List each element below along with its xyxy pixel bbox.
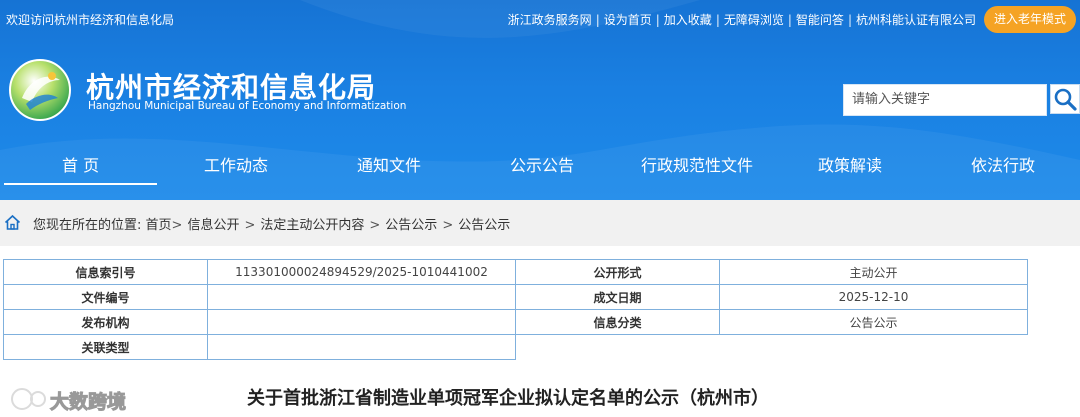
breadcrumb-item-current[interactable]: 公告公示 (458, 218, 510, 233)
date-value: 2025-12-10 (719, 284, 1028, 310)
category-value: 公告公示 (719, 309, 1028, 335)
article-title: 关于首批浙江省制造业单项冠军企业拟认定名单的公示（杭州市） (247, 388, 769, 409)
nav-normative-documents[interactable]: 行政规范性文件 (641, 152, 753, 176)
date-label: 成文日期 (515, 284, 720, 310)
index-value: 113301000024894529/2025-1010441002 (207, 259, 516, 285)
breadcrumb-item-home[interactable]: 首页 (146, 218, 172, 233)
related-value (207, 334, 516, 360)
bureau-logo-icon[interactable] (8, 58, 72, 122)
home-icon (4, 214, 21, 230)
doc-no-value (207, 284, 516, 310)
main-nav: 首 页 工作动态 通知文件 公示公告 行政规范性文件 政策解读 依法行政 (0, 140, 1080, 188)
info-table: 信息索引号 113301000024894529/2025-1010441002… (3, 259, 1028, 360)
welcome-text: 欢迎访问杭州市经济和信息化局 (6, 13, 175, 27)
nav-announcements[interactable]: 公示公告 (510, 152, 574, 176)
link-set-homepage[interactable]: 设为首页 (604, 13, 652, 27)
table-row: 文件编号 成文日期 2025-12-10 (3, 284, 1028, 310)
nav-notices[interactable]: 通知文件 (357, 152, 421, 176)
search-icon (1054, 88, 1077, 111)
link-add-favorite[interactable]: 加入收藏 (664, 13, 712, 27)
empty-cell (516, 335, 720, 360)
nav-policy-interpretation[interactable]: 政策解读 (818, 152, 882, 176)
open-form-label: 公开形式 (515, 259, 720, 285)
category-label: 信息分类 (515, 309, 720, 335)
site-subtitle: Hangzhou Municipal Bureau of Economy and… (88, 100, 407, 112)
nav-active-indicator (4, 183, 157, 185)
table-row: 发布机构 信息分类 公告公示 (3, 309, 1028, 335)
index-label: 信息索引号 (3, 259, 208, 285)
link-smart-qa[interactable]: 智能问答 (796, 13, 844, 27)
breadcrumb: 您现在所在的位置: 首页> 信息公开 > 法定主动公开内容 > 公告公示 > 公告公示 (33, 218, 511, 233)
nav-work-news[interactable]: 工作动态 (204, 152, 268, 176)
search-button[interactable] (1050, 84, 1080, 114)
related-label: 关联类型 (3, 334, 208, 360)
nav-home[interactable]: 首 页 (62, 152, 99, 176)
empty-cell (720, 335, 1028, 360)
watermark-text: 大数跨境 (49, 391, 127, 414)
publisher-label: 发布机构 (3, 309, 208, 335)
breadcrumb-item-announcements[interactable]: 公告公示 (385, 218, 437, 233)
breadcrumb-item-info-open[interactable]: 信息公开 (187, 218, 239, 233)
link-certification-company[interactable]: 杭州科能认证有限公司 (856, 13, 976, 27)
nav-law-administration[interactable]: 依法行政 (971, 152, 1035, 176)
doc-no-label: 文件编号 (3, 284, 208, 310)
breadcrumb-item-statutory[interactable]: 法定主动公开内容 (260, 218, 364, 233)
search-input[interactable] (852, 85, 1032, 113)
publisher-value (207, 309, 516, 335)
search-box (843, 84, 1047, 116)
link-accessibility[interactable]: 无障碍浏览 (724, 13, 784, 27)
table-row: 关联类型 (3, 334, 1028, 360)
open-form-value: 主动公开 (719, 259, 1028, 285)
breadcrumb-prefix: 您现在所在的位置: (33, 218, 142, 233)
top-bar: 欢迎访问杭州市经济和信息化局 浙江政务服务网 | 设为首页 | 加入收藏 | 无障碍浏览 | 智… (0, 0, 1080, 38)
top-links: 浙江政务服务网 | 设为首页 | 加入收藏 | 无障碍浏览 | 智能问答 | 杭州科能认证有限公司 (507, 13, 976, 27)
table-row: 信息索引号 113301000024894529/2025-1010441002… (3, 259, 1028, 285)
elder-mode-button[interactable]: 进入老年模式 (984, 6, 1076, 33)
link-zjzwfw[interactable]: 浙江政务服务网 (508, 13, 592, 27)
